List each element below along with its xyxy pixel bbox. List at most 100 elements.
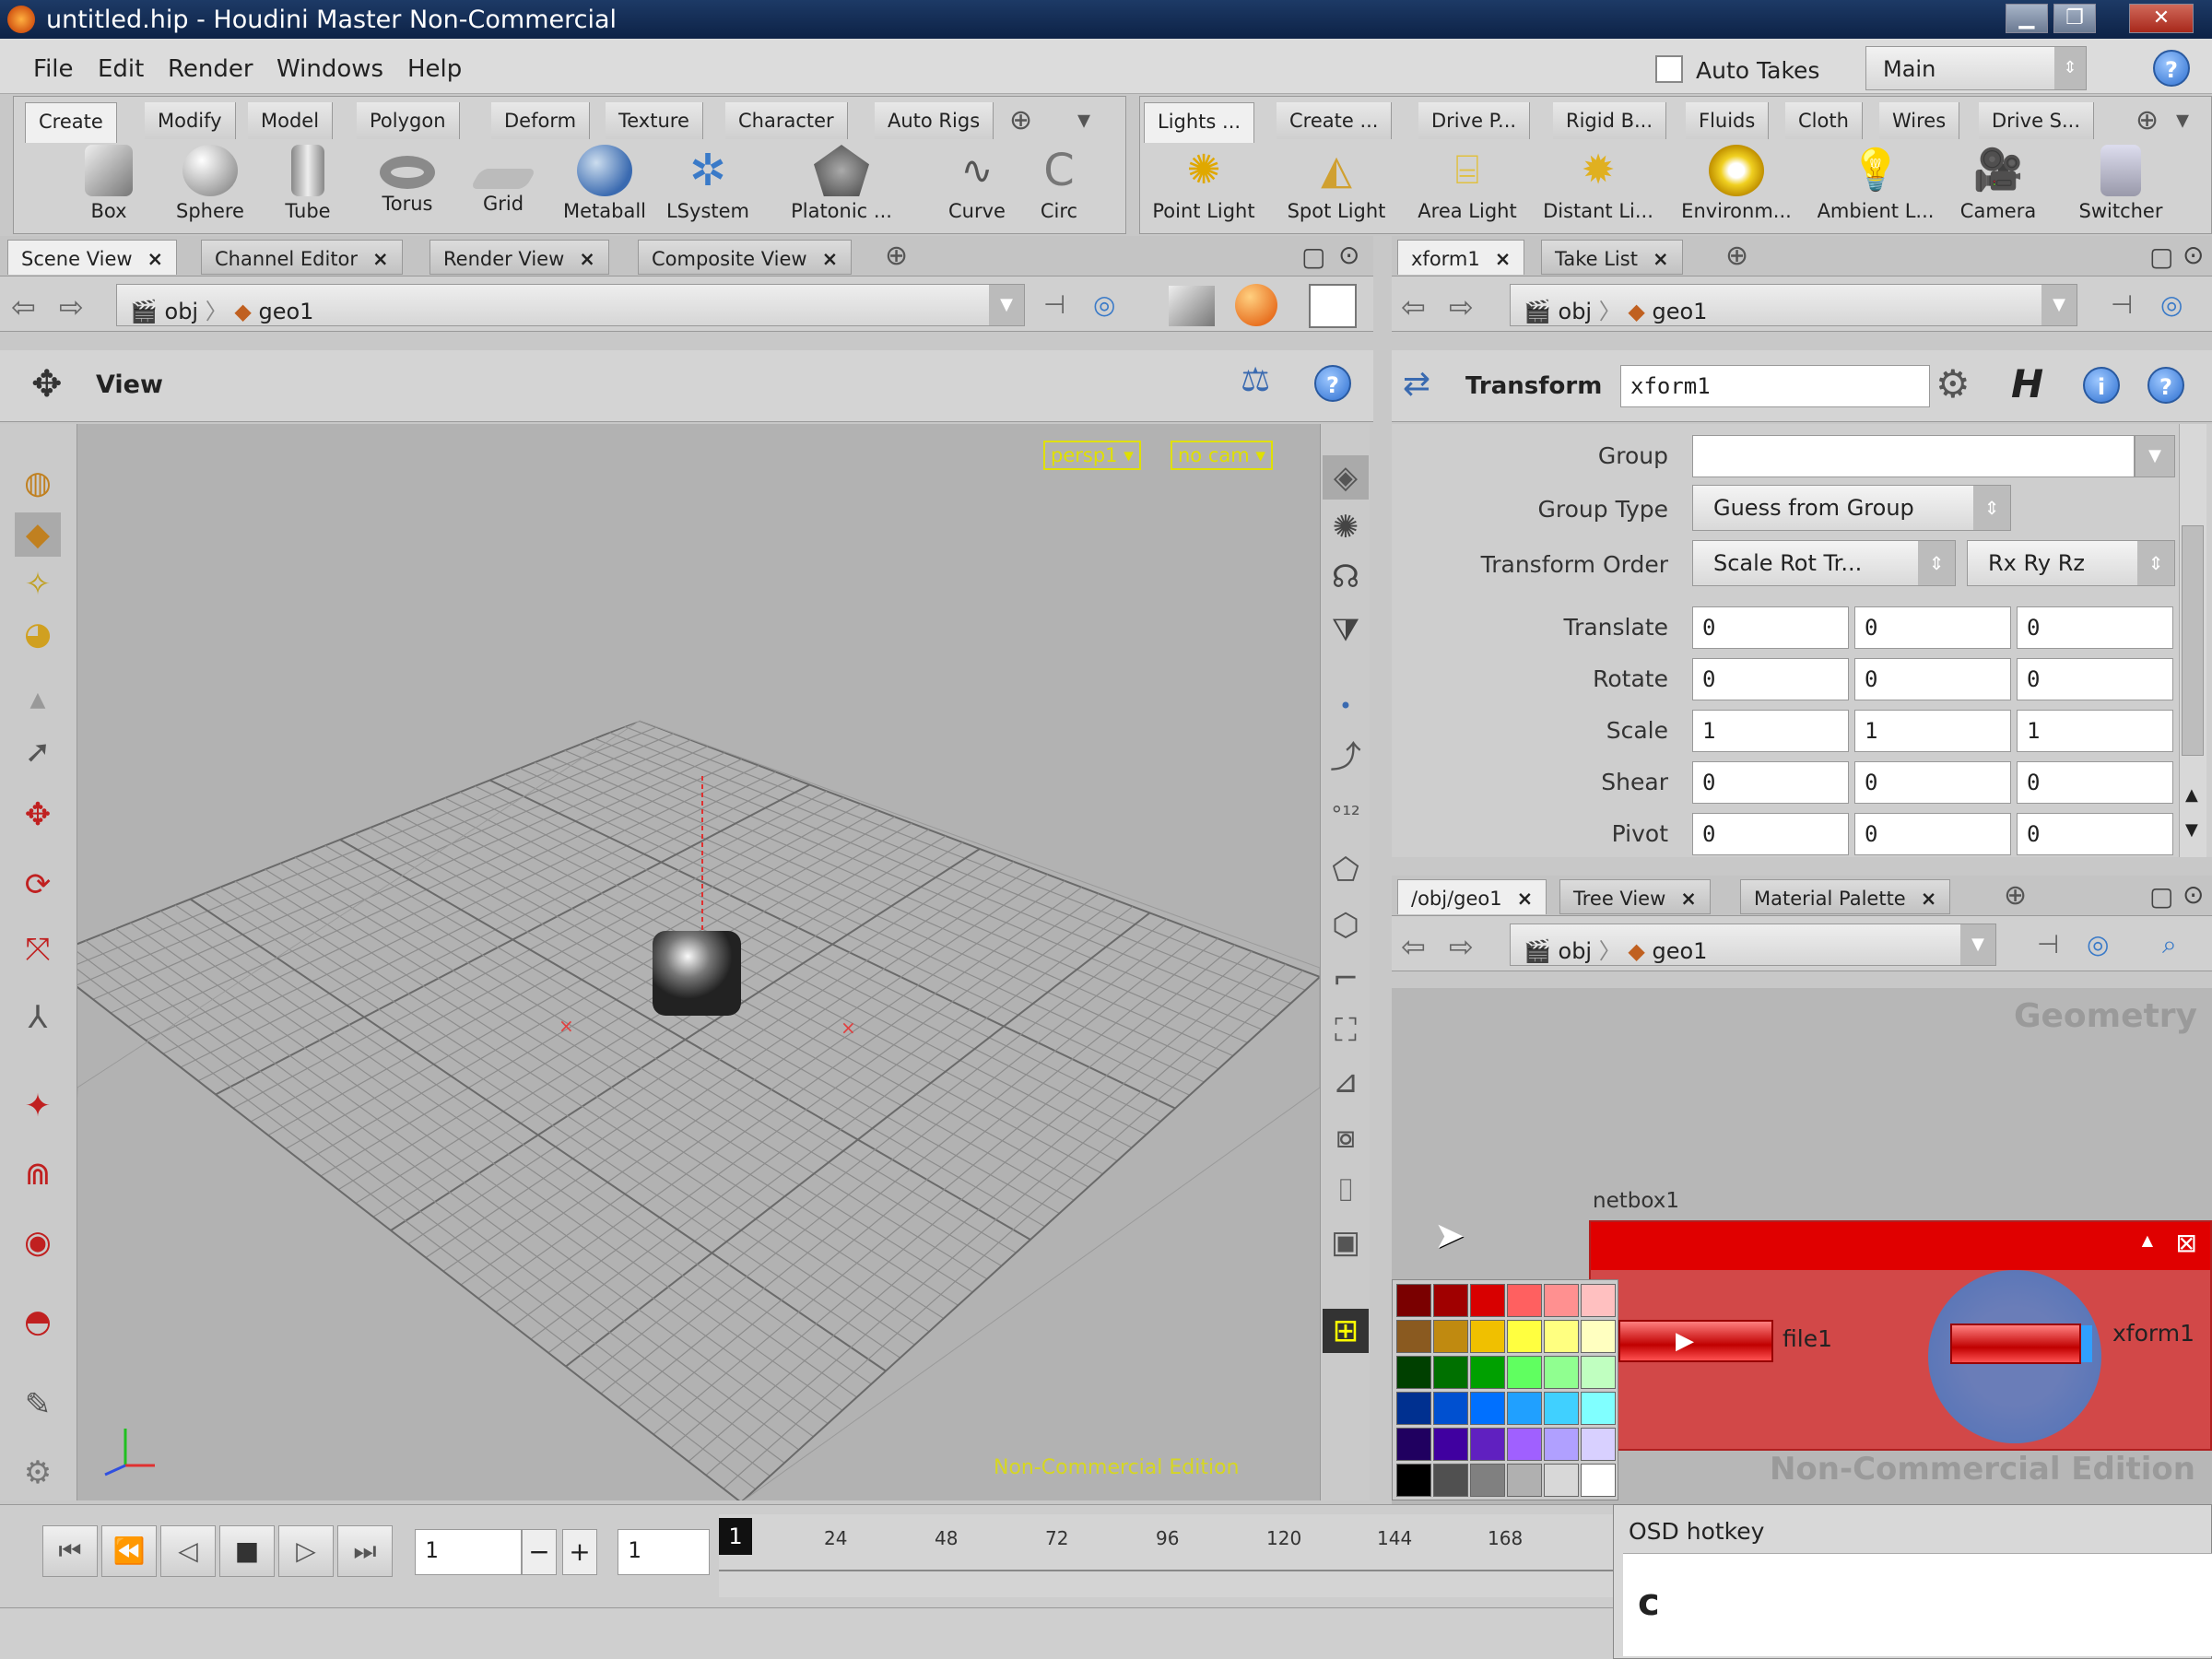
visibility-eye-icon[interactable]: ◈ <box>1323 455 1369 500</box>
color-swatch[interactable] <box>1544 1392 1579 1425</box>
color-swatch[interactable] <box>1396 1464 1431 1497</box>
color-swatch[interactable] <box>1396 1428 1431 1461</box>
tab-tree-view[interactable]: Tree View × <box>1559 879 1711 914</box>
param-field-translate-x[interactable]: 0 <box>1692 606 1849 649</box>
menu-windows[interactable]: Windows <box>276 55 383 83</box>
netbox-titlebar[interactable]: ▲ ⊠ <box>1591 1222 2210 1270</box>
desktop-selector[interactable]: Main ⇕ <box>1865 46 2087 90</box>
tool-sphere[interactable]: Sphere <box>159 145 261 233</box>
template-icon[interactable]: ⧇ <box>1323 1115 1369 1159</box>
netbox-close-icon[interactable]: ⊠ <box>2176 1228 2197 1258</box>
add-shelf-icon[interactable]: ⊕ <box>1009 104 1032 136</box>
color-swatch[interactable] <box>1507 1320 1542 1353</box>
color-swatch[interactable] <box>1507 1284 1542 1317</box>
forward-arrow-icon[interactable]: ⇨ <box>1449 289 1474 324</box>
param-field-rotate-y[interactable]: 0 <box>1854 658 2011 700</box>
param-scrollbar[interactable]: ▲ ▼ <box>2179 424 2206 857</box>
color-swatch[interactable] <box>1470 1392 1505 1425</box>
tab-material-palette[interactable]: Material Palette × <box>1740 879 1951 914</box>
viewer-help-button[interactable]: ? <box>1314 365 1351 402</box>
group-dropdown-icon[interactable]: ▼ <box>2135 435 2175 477</box>
close-icon[interactable]: × <box>1517 888 1534 910</box>
help-button[interactable]: ? <box>2153 50 2190 87</box>
rotation-order-menu[interactable]: Rx Ry Rz ⇕ <box>1967 540 2175 586</box>
axis-icon[interactable]: ⊿ <box>1323 1060 1369 1104</box>
shelf-tab-auto-rigs[interactable]: Auto Rigs <box>875 102 994 139</box>
path-geo1[interactable]: geo1 <box>1652 299 1707 324</box>
param-field-shear-x[interactable]: 0 <box>1692 761 1849 804</box>
color-swatch[interactable] <box>1581 1392 1616 1425</box>
uv-icon[interactable]: ⌐ <box>1323 957 1369 1001</box>
view-state-icon[interactable]: ⚙ <box>15 1451 61 1495</box>
path-dropdown-icon[interactable]: ▼ <box>2041 285 2077 325</box>
select-arrow-icon[interactable]: ➚ <box>15 730 61 774</box>
shelf-menu-icon[interactable]: ▾ <box>1077 104 1090 135</box>
color-swatch[interactable] <box>1433 1320 1468 1353</box>
pin-icon[interactable]: ⊣ <box>2111 289 2133 320</box>
color-swatch[interactable] <box>1581 1464 1616 1497</box>
param-field-shear-z[interactable]: 0 <box>2017 761 2173 804</box>
close-icon[interactable]: × <box>1495 248 1512 270</box>
param-field-translate-z[interactable]: 0 <box>2017 606 2173 649</box>
tool-lsystem[interactable]: ✲ LSystem <box>657 145 759 233</box>
color-swatch[interactable] <box>1433 1428 1468 1461</box>
jump-start-button[interactable]: ⏮ <box>42 1525 98 1577</box>
headlight-icon[interactable]: ☊ <box>1323 555 1369 599</box>
forward-arrow-icon[interactable]: ⇨ <box>59 289 84 324</box>
color-swatch[interactable] <box>1544 1320 1579 1353</box>
tool-switcher[interactable]: Switcher <box>2065 145 2176 233</box>
cut-tool-icon[interactable]: ◓ <box>15 1300 61 1344</box>
close-icon[interactable]: × <box>372 248 389 270</box>
add-tab-icon[interactable]: ⊕ <box>1725 240 1748 272</box>
color-swatch[interactable] <box>1396 1320 1431 1353</box>
group-field[interactable] <box>1692 435 2135 477</box>
tab-channel-editor[interactable]: Channel Editor × <box>201 240 403 275</box>
param-field-scale-x[interactable]: 1 <box>1692 710 1849 752</box>
maximize-pane-icon[interactable]: ▢ <box>2149 241 2173 272</box>
param-field-rotate-z[interactable]: 0 <box>2017 658 2173 700</box>
shelf-tab-wires[interactable]: Wires <box>1879 102 1960 139</box>
play-button[interactable]: ▷ <box>278 1525 334 1577</box>
scroll-up-icon[interactable]: ▲ <box>2185 785 2198 805</box>
bbox-icon[interactable]: ⛶ <box>1323 1008 1369 1053</box>
rotate-tool-icon[interactable]: ⟳ <box>15 863 61 907</box>
tab-scene-view[interactable]: Scene View × <box>7 240 178 275</box>
normals-icon[interactable]: ⤴ <box>1323 735 1369 780</box>
color-swatch[interactable] <box>1507 1464 1542 1497</box>
pane-menu-icon[interactable]: ⊙ <box>1338 240 1359 270</box>
collapse-arrow-icon[interactable]: ▲ <box>15 678 61 723</box>
close-icon[interactable]: × <box>822 248 839 270</box>
color-swatch[interactable] <box>1507 1356 1542 1389</box>
pose-tool-icon[interactable]: ✦ <box>15 1084 61 1128</box>
network-editor[interactable]: Geometry netbox1 ▲ ⊠ ▶ file1 xform1 ➤ No… <box>1392 988 2212 1510</box>
color-swatch[interactable] <box>1581 1428 1616 1461</box>
param-field-scale-y[interactable]: 1 <box>1854 710 2011 752</box>
shelf-tab-modify[interactable]: Modify <box>145 102 236 139</box>
add-shelf-icon[interactable]: ⊕ <box>2136 104 2159 136</box>
info-button[interactable]: i <box>2083 367 2120 404</box>
gear-icon[interactable]: ⚙ <box>1936 361 1971 406</box>
handle-tool-icon[interactable]: ⅄ <box>15 995 61 1040</box>
select-primitives-icon[interactable]: ◕ <box>15 612 61 656</box>
shelf-tab-model[interactable]: Model <box>248 102 334 139</box>
maximize-pane-icon[interactable]: ▢ <box>1301 241 1325 272</box>
menu-file[interactable]: File <box>33 55 74 83</box>
tab-take-list[interactable]: Take List × <box>1541 240 1683 275</box>
pin-icon[interactable]: ⊣ <box>2037 929 2059 959</box>
tool-tube[interactable]: Tube <box>257 145 359 233</box>
display-options-icon[interactable] <box>1169 286 1215 326</box>
render-icon[interactable] <box>1235 284 1277 326</box>
netbox-minimize-icon[interactable]: ▲ <box>2142 1231 2153 1249</box>
tool-area-light[interactable]: ⌸ Area Light <box>1407 145 1527 233</box>
hscript-icon[interactable]: H <box>2011 361 2043 406</box>
add-tab-icon[interactable]: ⊕ <box>885 240 908 272</box>
search-icon[interactable]: ⌕ <box>2162 929 2177 960</box>
link-icon[interactable]: ◎ <box>2087 929 2109 959</box>
path-obj[interactable]: obj <box>1559 299 1593 324</box>
color-swatch[interactable] <box>1470 1284 1505 1317</box>
color-swatch[interactable] <box>1396 1284 1431 1317</box>
maximize-pane-icon[interactable]: ▢ <box>2149 881 2173 912</box>
tool-grid[interactable]: Grid <box>453 145 554 233</box>
menu-edit[interactable]: Edit <box>98 55 144 83</box>
param-field-translate-y[interactable]: 0 <box>1854 606 2011 649</box>
